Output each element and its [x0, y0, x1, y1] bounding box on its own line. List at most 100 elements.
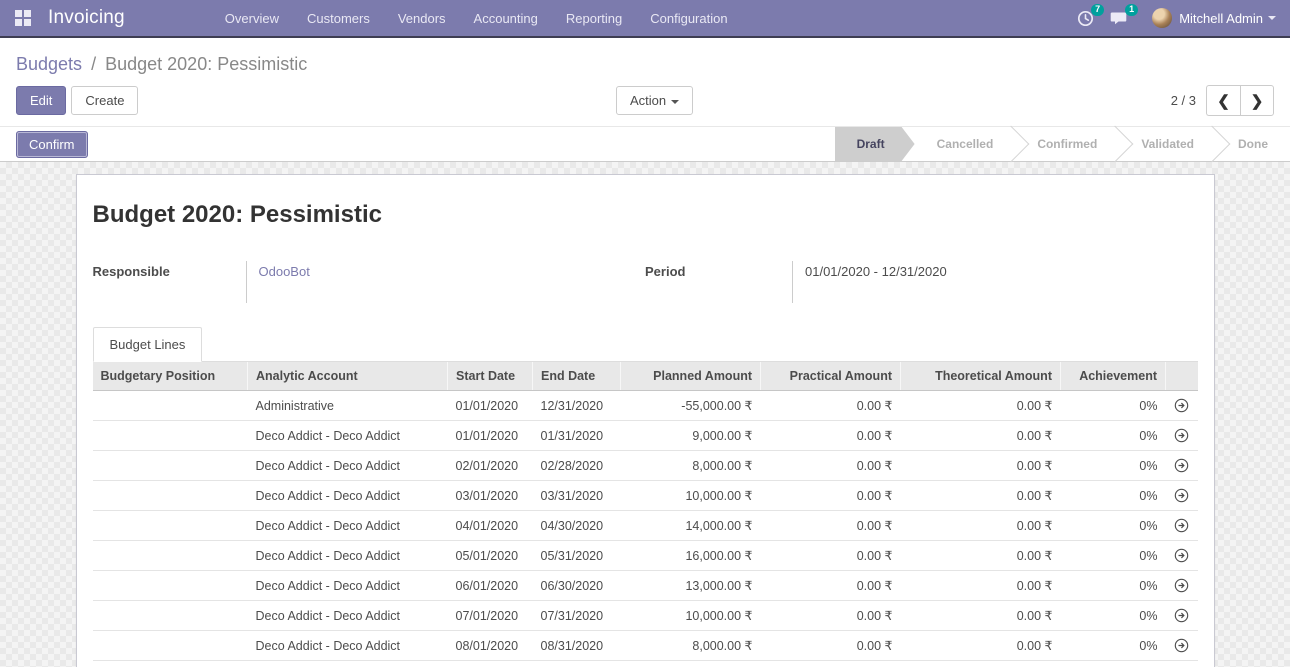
budgetary-position-cell [93, 661, 248, 667]
practical-amount-cell: 0.00 ₹ [761, 571, 901, 601]
col-header-end-date[interactable]: End Date [533, 362, 621, 391]
planned-amount-cell: 14,000.00 ₹ [621, 511, 761, 541]
budget-line-row[interactable]: Deco Addict - Deco Addict02/01/202002/28… [93, 451, 1198, 481]
top-navbar: Invoicing OverviewCustomersVendorsAccoun… [0, 0, 1290, 38]
planned-amount-cell: 8,000.00 ₹ [621, 631, 761, 661]
practical-amount-cell: 0.00 ₹ [761, 451, 901, 481]
nav-item-reporting[interactable]: Reporting [552, 0, 636, 36]
budget-line-row[interactable]: Deco Addict - Deco Addict09/01/202009/30… [93, 661, 1198, 667]
budget-line-row[interactable]: Deco Addict - Deco Addict06/01/202006/30… [93, 571, 1198, 601]
end-date-cell: 04/30/2020 [533, 511, 621, 541]
open-record-icon[interactable] [1166, 631, 1198, 661]
field-grid: Responsible OdooBot Period 01/01/2020 - … [93, 261, 1198, 303]
action-label: Action [630, 93, 666, 108]
planned-amount-cell: 13,000.00 ₹ [621, 571, 761, 601]
internal-link-icon [1174, 548, 1189, 563]
open-record-icon[interactable] [1166, 541, 1198, 571]
achievement-cell: 0% [1061, 571, 1166, 601]
open-record-icon[interactable] [1166, 391, 1198, 421]
budgetary-position-cell [93, 481, 248, 511]
status-step-confirmed[interactable]: Confirmed [1015, 127, 1119, 161]
achievement-cell: 0% [1061, 541, 1166, 571]
internal-link-icon [1174, 428, 1189, 443]
start-date-cell: 06/01/2020 [448, 571, 533, 601]
analytic-account-cell: Administrative [248, 391, 448, 421]
confirm-button[interactable]: Confirm [16, 131, 88, 158]
budget-line-row[interactable]: Deco Addict - Deco Addict03/01/202003/31… [93, 481, 1198, 511]
budget-line-row[interactable]: Deco Addict - Deco Addict04/01/202004/30… [93, 511, 1198, 541]
col-header-open [1166, 362, 1198, 391]
pager-previous-button[interactable]: ❮ [1206, 85, 1240, 116]
budgetary-position-cell [93, 511, 248, 541]
practical-amount-cell: 0.00 ₹ [761, 481, 901, 511]
pager-next-button[interactable]: ❯ [1240, 85, 1274, 116]
chevron-down-icon [1268, 16, 1276, 20]
budgetary-position-cell [93, 391, 248, 421]
achievement-cell: 0% [1061, 661, 1166, 667]
table-body: Administrative01/01/202012/31/2020-55,00… [93, 391, 1198, 667]
app-brand[interactable]: Invoicing [46, 7, 139, 29]
open-record-icon[interactable] [1166, 571, 1198, 601]
form-view-background: Budget 2020: Pessimistic Responsible Odo… [0, 162, 1290, 667]
col-header-achievement[interactable]: Achievement [1061, 362, 1166, 391]
practical-amount-cell: 0.00 ₹ [761, 511, 901, 541]
budget-line-row[interactable]: Deco Addict - Deco Addict07/01/202007/31… [93, 601, 1198, 631]
planned-amount-cell: 8,000.00 ₹ [621, 451, 761, 481]
internal-link-icon [1174, 578, 1189, 593]
col-header-analytic-account[interactable]: Analytic Account [248, 362, 448, 391]
internal-link-icon [1174, 488, 1189, 503]
status-step-cancelled[interactable]: Cancelled [915, 127, 1016, 161]
practical-amount-cell: 0.00 ₹ [761, 421, 901, 451]
messages-button[interactable]: 1 [1102, 0, 1136, 36]
col-header-start-date[interactable]: Start Date [448, 362, 533, 391]
theoretical-amount-cell: 0.00 ₹ [901, 451, 1061, 481]
theoretical-amount-cell: 0.00 ₹ [901, 601, 1061, 631]
col-header-budgetary-position[interactable]: Budgetary Position [93, 362, 248, 391]
achievement-cell: 0% [1061, 631, 1166, 661]
analytic-account-cell: Deco Addict - Deco Addict [248, 511, 448, 541]
open-record-icon[interactable] [1166, 481, 1198, 511]
open-record-icon[interactable] [1166, 511, 1198, 541]
statusbar-steps: DraftCancelledConfirmedValidatedDone [835, 127, 1290, 161]
internal-link-icon [1174, 518, 1189, 533]
open-record-icon[interactable] [1166, 421, 1198, 451]
theoretical-amount-cell: 0.00 ₹ [901, 391, 1061, 421]
analytic-account-cell: Deco Addict - Deco Addict [248, 451, 448, 481]
open-record-icon[interactable] [1166, 451, 1198, 481]
budget-line-row[interactable]: Deco Addict - Deco Addict01/01/202001/31… [93, 421, 1198, 451]
user-menu[interactable]: Mitchell Admin [1152, 8, 1276, 28]
tab-budget-lines[interactable]: Budget Lines [93, 327, 203, 362]
nav-item-overview[interactable]: Overview [211, 0, 293, 36]
status-step-done[interactable]: Done [1216, 127, 1290, 161]
col-header-theoretical-amount[interactable]: Theoretical Amount [901, 362, 1061, 391]
budget-line-row[interactable]: Deco Addict - Deco Addict08/01/202008/31… [93, 631, 1198, 661]
nav-item-customers[interactable]: Customers [293, 0, 384, 36]
breadcrumb-budgets-link[interactable]: Budgets [16, 54, 82, 74]
end-date-cell: 06/30/2020 [533, 571, 621, 601]
end-date-cell: 05/31/2020 [533, 541, 621, 571]
status-step-draft[interactable]: Draft [835, 127, 915, 161]
message-badge: 1 [1125, 4, 1138, 16]
nav-item-vendors[interactable]: Vendors [384, 0, 460, 36]
end-date-cell: 01/31/2020 [533, 421, 621, 451]
budget-line-row[interactable]: Administrative01/01/202012/31/2020-55,00… [93, 391, 1198, 421]
planned-amount-cell: 10,000.00 ₹ [621, 601, 761, 631]
col-header-practical-amount[interactable]: Practical Amount [761, 362, 901, 391]
theoretical-amount-cell: 0.00 ₹ [901, 541, 1061, 571]
responsible-value[interactable]: OdooBot [246, 261, 646, 303]
apps-menu-icon[interactable] [0, 0, 46, 36]
action-dropdown-button[interactable]: Action [616, 86, 693, 115]
nav-item-configuration[interactable]: Configuration [636, 0, 741, 36]
budget-line-row[interactable]: Deco Addict - Deco Addict05/01/202005/31… [93, 541, 1198, 571]
open-record-icon[interactable] [1166, 601, 1198, 631]
achievement-cell: 0% [1061, 451, 1166, 481]
nav-item-accounting[interactable]: Accounting [460, 0, 552, 36]
period-value: 01/01/2020 - 12/31/2020 [792, 261, 1198, 303]
edit-button[interactable]: Edit [16, 86, 66, 115]
open-record-icon[interactable] [1166, 661, 1198, 667]
create-button[interactable]: Create [71, 86, 138, 115]
status-step-validated[interactable]: Validated [1119, 127, 1216, 161]
activities-button[interactable]: 7 [1068, 0, 1102, 36]
practical-amount-cell: 0.00 ₹ [761, 631, 901, 661]
col-header-planned-amount[interactable]: Planned Amount [621, 362, 761, 391]
